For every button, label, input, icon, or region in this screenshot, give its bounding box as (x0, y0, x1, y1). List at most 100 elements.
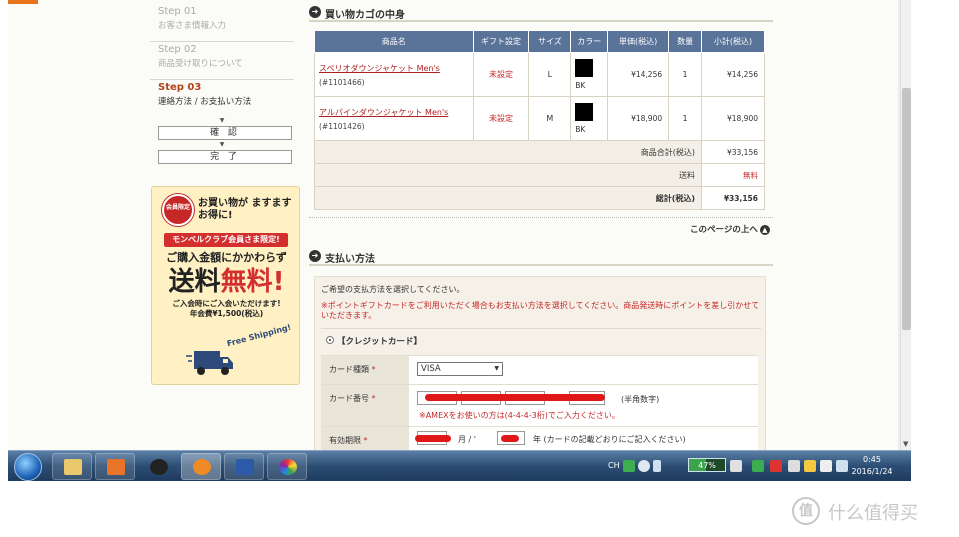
redaction-scribble (415, 435, 451, 442)
col-header: ギフト設定 (472, 30, 530, 53)
step-03-current: Step 03 連絡方法 / お支払い方法 (158, 82, 252, 107)
grand-total-row: 総計(税込) ¥33,156 (313, 186, 765, 210)
free-shipping-label: Free Shipping! (225, 322, 293, 349)
word-icon (236, 459, 254, 475)
promo-headline: お買い物が ますますお得に! (198, 198, 292, 221)
col-header: 数量 (668, 30, 703, 53)
color-wheel-icon (279, 459, 297, 475)
start-button[interactable] (14, 453, 42, 481)
language-indicator[interactable]: CH (608, 461, 620, 470)
redaction-scribble (501, 435, 519, 442)
page-scrollbar[interactable]: ▼ (900, 0, 911, 450)
credit-card-radio[interactable] (326, 336, 334, 344)
credit-card-label: 【クレジットカード】 (337, 337, 423, 347)
header-accent (8, 0, 38, 4)
color-code: BK (575, 125, 586, 134)
product-link[interactable]: アルパインダウンジャケット Men's (319, 107, 473, 118)
taskbar-media-player[interactable] (95, 453, 135, 480)
promo-member-bar: モンベルクラブ会員さま限定! (164, 233, 288, 247)
ime-settings-icon[interactable] (653, 460, 661, 472)
help-icon[interactable] (638, 460, 650, 472)
watermark-logo-icon: 值 (792, 497, 820, 525)
notes-icon[interactable] (804, 460, 816, 472)
system-clock[interactable]: 0:45 2016/1/24 (846, 454, 898, 478)
arrow-right-icon: ➜ (309, 250, 321, 262)
battery-indicator[interactable]: 47% (688, 458, 726, 472)
shipping-label: 送料 (313, 163, 703, 187)
card-type-select[interactable]: VISA ▼ (417, 362, 503, 376)
expiry-row: 有効期限 * 月 / ' 年 (カードの記載どおりにご記入ください) (321, 426, 758, 450)
card-number-row: カード番号 * (半角数字) ※AMEXをお使いの方は(4-4-4-3桁)でご入… (321, 384, 758, 426)
promo-fee-note: ご入会時にご入会いただけます! 年会費¥1,500(税込) (172, 299, 281, 318)
goods-total-value: ¥33,156 (701, 140, 765, 164)
penguin-icon (150, 459, 168, 475)
goods-total-label: 商品合計(税込) (313, 140, 703, 164)
size: L (528, 52, 572, 97)
chevron-down-icon: ▼ (494, 365, 499, 372)
step-complete: 完 了 (158, 150, 292, 164)
volume-icon[interactable] (788, 460, 800, 472)
taskbar-firefox[interactable] (181, 453, 221, 480)
taskbar-word[interactable] (224, 453, 264, 480)
taskbar-explorer[interactable] (52, 453, 92, 480)
goods-total-row: 商品合計(税込) ¥33,156 (313, 140, 765, 164)
product-code: (#1101466) (319, 77, 365, 87)
cart-header-row: 商品名 ギフト設定 サイズ カラー 単価(税込) 数量 小計(税込) (314, 30, 765, 53)
watermark-text: 什么值得买 (828, 503, 918, 524)
step-arrow: ▼ (219, 117, 225, 124)
firefox-icon (193, 459, 211, 475)
shipping-row: 送料 無料 (313, 163, 765, 187)
quantity: 1 (668, 96, 703, 141)
subtotal: ¥14,256 (701, 52, 765, 97)
cart-item-row: アルパインダウンジャケット Men's (#1101426) 未設定 M BK … (314, 96, 765, 141)
power-icon[interactable] (730, 460, 742, 472)
flag-icon[interactable] (770, 460, 782, 472)
member-badge: 会員限定 (162, 194, 194, 226)
gift-setting[interactable]: 未設定 (472, 52, 530, 97)
folder-icon (64, 459, 82, 475)
divider (309, 217, 773, 218)
quantity: 1 (668, 52, 703, 97)
step-02: Step 02 商品受け取りについて (150, 42, 294, 80)
cart-section-heading: ➜ 買い物カゴの中身 (309, 4, 773, 22)
col-header: 小計(税込) (701, 30, 765, 53)
play-icon (107, 459, 125, 475)
subtotal: ¥18,900 (701, 96, 765, 141)
step-confirm: 確 認 (158, 126, 292, 140)
col-header: 単価(税込) (607, 30, 670, 53)
card-number-hint: (半角数字) (621, 395, 660, 404)
page-top-link[interactable]: このページの上へ ▲ (690, 223, 770, 235)
col-header: サイズ (528, 30, 572, 53)
gift-setting[interactable]: 未設定 (472, 96, 530, 141)
taskbar-photo-app[interactable] (267, 453, 307, 480)
payment-notice: ※ポイントギフトカードをご利用いただく場合もお支払い方法を選択してください。商品… (321, 301, 760, 320)
arrow-right-icon: ➜ (309, 6, 321, 18)
grand-total-value: ¥33,156 (701, 186, 765, 210)
payment-panel: ご希望の支払方法を選択してください。 ※ポイントギフトカードをご利用いただく場合… (314, 276, 766, 451)
grand-total-label: 総計(税込) (313, 186, 703, 210)
scroll-thumb[interactable] (902, 88, 911, 330)
device-icon[interactable] (820, 460, 832, 472)
cart-item-row: スペリオダウンジャケット Men's (#1101466) 未設定 L BK ¥… (314, 52, 765, 97)
card-type-row: カード種類 * VISA ▼ (321, 355, 758, 384)
system-tray: CH 47% 0:45 2016/1/24 (606, 451, 911, 481)
month-label: 月 / ' (458, 435, 476, 444)
scroll-down-icon[interactable]: ▼ (903, 440, 908, 448)
payment-instruction: ご希望の支払方法を選択してください。 (321, 285, 465, 294)
size: M (528, 96, 572, 141)
free-shipping-banner[interactable]: 会員限定 お買い物が ますますお得に! モンベルクラブ会員さま限定! ご購入金額… (151, 186, 300, 385)
unit-price: ¥14,256 (607, 52, 670, 97)
shipping-value: 無料 (701, 163, 765, 187)
redaction-scribble (425, 394, 605, 401)
ime-icon[interactable] (623, 460, 635, 472)
unit-price: ¥18,900 (607, 96, 670, 141)
step-arrow: ▼ (219, 141, 225, 148)
app-tray-icon[interactable] (752, 460, 764, 472)
promo-free-shipping: 送料無料! (168, 267, 285, 297)
truck-icon (186, 351, 233, 375)
col-header: カラー (570, 30, 609, 53)
payment-section-heading: ➜ 支払い方法 (309, 248, 773, 266)
taskbar-qq[interactable] (138, 453, 178, 480)
product-link[interactable]: スペリオダウンジャケット Men's (319, 63, 473, 74)
color-swatch (575, 59, 594, 77)
